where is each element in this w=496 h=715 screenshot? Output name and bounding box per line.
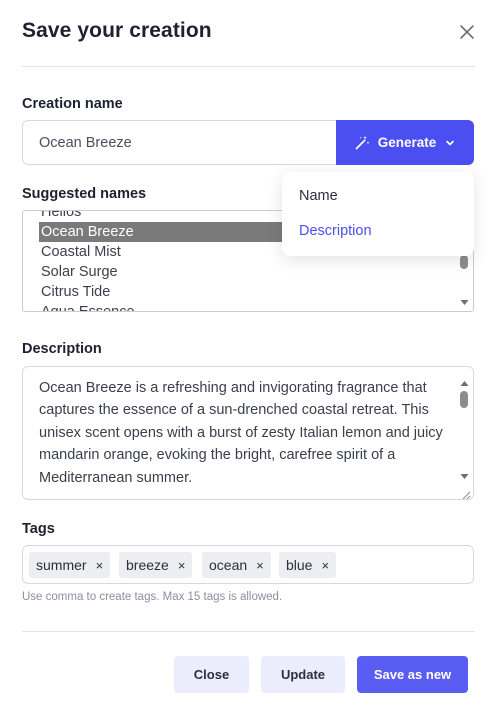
generate-button[interactable]: Generate xyxy=(336,120,474,165)
dialog-title: Save your creation xyxy=(22,19,212,42)
scroll-down-icon[interactable] xyxy=(460,294,469,305)
description-text: Ocean Breeze is a refreshing and invigor… xyxy=(39,380,443,486)
generate-button-label: Generate xyxy=(377,135,437,150)
tag-chip: ocean × xyxy=(202,552,271,578)
close-icon[interactable] xyxy=(457,22,477,42)
tag-label: blue xyxy=(286,557,313,573)
list-item[interactable]: Solar Surge xyxy=(39,262,118,282)
tag-label: summer xyxy=(36,557,87,573)
remove-tag-icon[interactable]: × xyxy=(256,558,264,573)
remove-tag-icon[interactable]: × xyxy=(321,558,329,573)
remove-tag-icon[interactable]: × xyxy=(178,558,186,573)
list-item[interactable]: Aqua Essence xyxy=(39,302,135,311)
menu-item-description[interactable]: Description xyxy=(299,223,372,239)
menu-item-name[interactable]: Name xyxy=(299,188,338,204)
scrollbar-thumb[interactable] xyxy=(460,255,468,269)
tag-label: breeze xyxy=(126,557,169,573)
description-label: Description xyxy=(22,341,102,357)
scroll-down-icon[interactable] xyxy=(460,468,469,479)
list-item[interactable]: Coastal Mist xyxy=(39,242,121,262)
tags-label: Tags xyxy=(22,521,55,537)
creation-name-label: Creation name xyxy=(22,96,123,112)
save-as-new-button[interactable]: Save as new xyxy=(357,656,468,693)
remove-tag-icon[interactable]: × xyxy=(96,558,104,573)
list-item-selected[interactable]: Ocean Breeze xyxy=(39,222,287,242)
list-item[interactable]: Helios xyxy=(39,211,81,222)
footer-divider xyxy=(22,631,475,632)
header-divider xyxy=(22,66,475,67)
tag-chip: blue × xyxy=(279,552,337,578)
tag-label: ocean xyxy=(209,557,248,573)
scrollbar-thumb[interactable] xyxy=(460,391,468,408)
tag-chip: summer × xyxy=(29,552,111,578)
update-button[interactable]: Update xyxy=(261,656,345,693)
magic-wand-icon xyxy=(354,135,370,151)
description-textarea[interactable]: Ocean Breeze is a refreshing and invigor… xyxy=(22,366,474,500)
tags-input[interactable]: summer × breeze × ocean × blue × xyxy=(22,545,474,584)
close-button[interactable]: Close xyxy=(174,656,249,693)
tags-helper-text: Use comma to create tags. Max 15 tags is… xyxy=(22,591,283,603)
generate-dropdown-menu: Name Description xyxy=(282,172,474,256)
scroll-up-icon[interactable] xyxy=(460,375,469,386)
tag-chip: breeze × xyxy=(119,552,193,578)
save-creation-dialog: Save your creation Creation name Generat… xyxy=(0,0,496,715)
creation-name-input[interactable] xyxy=(22,120,338,165)
chevron-down-icon xyxy=(444,137,456,149)
resize-grip-icon[interactable] xyxy=(461,487,471,499)
suggested-names-label: Suggested names xyxy=(22,186,147,202)
list-item[interactable]: Citrus Tide xyxy=(39,282,110,302)
